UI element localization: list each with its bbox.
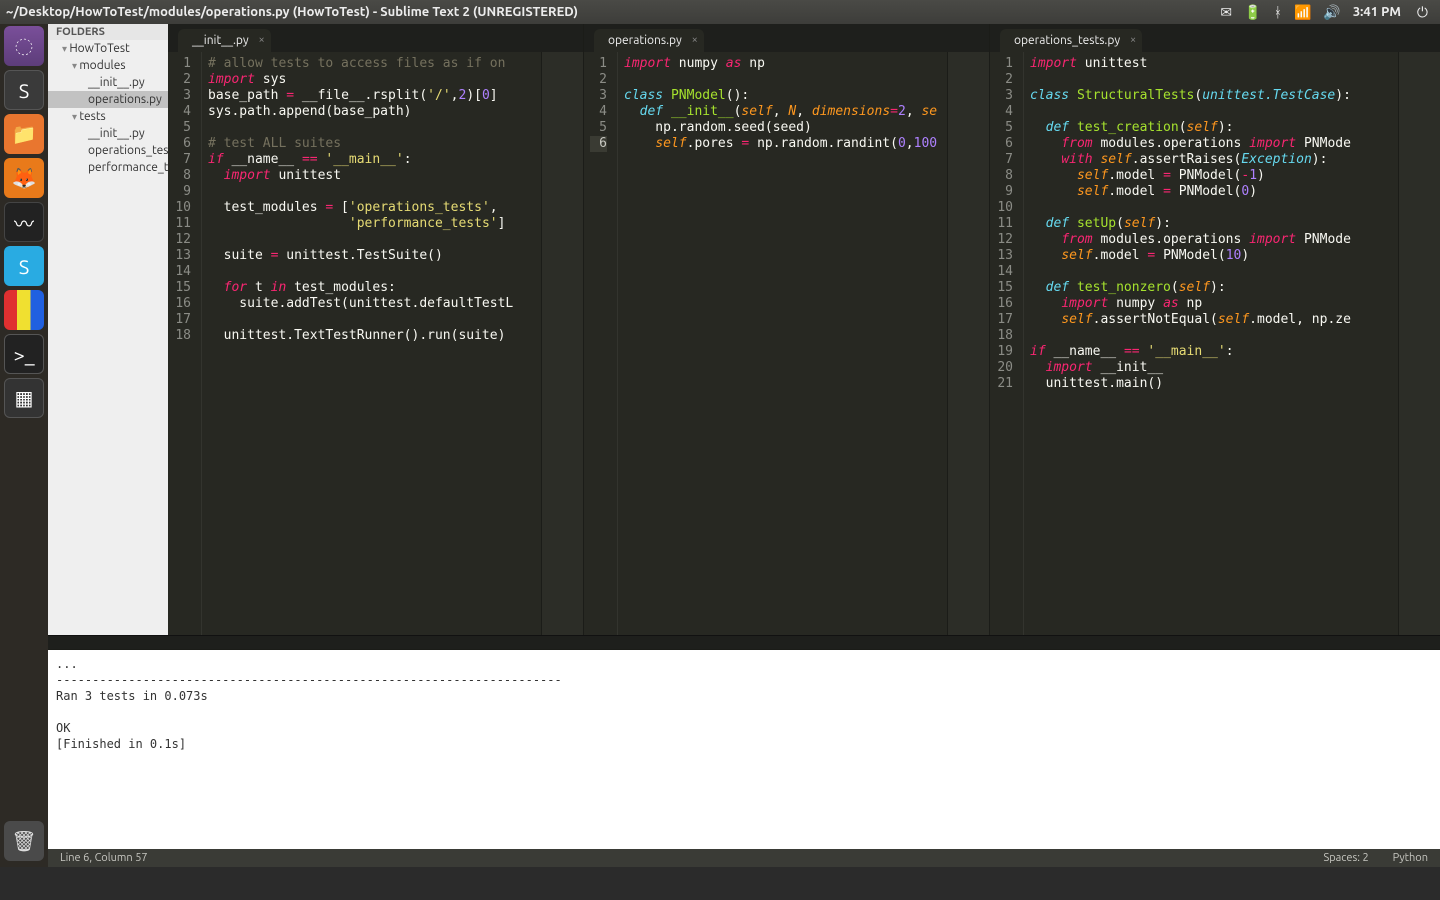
close-icon[interactable]: ×	[258, 34, 264, 46]
firefox-icon[interactable]: 🦊	[4, 158, 44, 198]
tabbar-2: operations.py ×	[584, 24, 989, 52]
minimap[interactable]	[1398, 52, 1440, 635]
sublime-text-icon[interactable]: S	[4, 70, 44, 110]
folder-item[interactable]: tests	[48, 108, 168, 125]
sound-icon[interactable]: 🔊	[1323, 4, 1340, 21]
editor-pane-3: operations_tests.py × 123456789101112131…	[989, 24, 1440, 635]
color-picker-icon[interactable]	[4, 290, 44, 330]
power-icon[interactable]: ⏻	[1417, 4, 1428, 21]
window-title: ~/Desktop/HowToTest/modules/operations.p…	[6, 5, 578, 19]
tab-operations[interactable]: operations.py ×	[594, 29, 704, 52]
file-item[interactable]: __init__.py	[48, 74, 168, 91]
sidebar-header: FOLDERS	[48, 24, 168, 40]
tabbar-1: __init__.py ×	[168, 24, 583, 52]
system-menubar: ~/Desktop/HowToTest/modules/operations.p…	[0, 0, 1440, 24]
system-monitor-icon[interactable]: 〰	[4, 202, 44, 242]
code-area-2[interactable]: 123456 import numpy as np class PNModel(…	[584, 52, 989, 635]
terminal-icon[interactable]: >_	[4, 334, 44, 374]
skype-icon[interactable]: S	[4, 246, 44, 286]
minimap[interactable]	[947, 52, 989, 635]
files-icon[interactable]: 📁	[4, 114, 44, 154]
file-item[interactable]: performance_tests.py	[48, 159, 168, 176]
file-item[interactable]: operations_tests.py	[48, 142, 168, 159]
tab-init[interactable]: __init__.py ×	[178, 29, 271, 52]
file-item[interactable]: operations.py	[48, 91, 168, 108]
editor-pane-2: operations.py × 123456 import numpy as n…	[583, 24, 989, 635]
tab-tests[interactable]: operations_tests.py ×	[1000, 29, 1142, 52]
folder-item[interactable]: modules	[48, 57, 168, 74]
code-area-1[interactable]: 123456789101112131415161718 # allow test…	[168, 52, 583, 635]
unity-launcher: ◌ S 📁 🦊 〰 S >_ ▦ 🗑	[0, 24, 48, 867]
trash-icon[interactable]: 🗑	[4, 821, 44, 861]
build-output[interactable]: ... ------------------------------------…	[48, 649, 1440, 849]
bluetooth-icon[interactable]: ᚼ	[1274, 4, 1282, 20]
tab-label: __init__.py	[192, 34, 249, 47]
horizontal-scrollbar[interactable]	[48, 635, 1440, 649]
mail-icon[interactable]: ✉	[1220, 4, 1232, 21]
folder-item[interactable]: HowToTest	[48, 40, 168, 57]
dash-icon[interactable]: ◌	[4, 26, 44, 66]
code-area-3[interactable]: 123456789101112131415161718192021 import…	[990, 52, 1440, 635]
folder-sidebar: FOLDERS HowToTestmodules__init__.pyopera…	[48, 24, 168, 635]
statusbar: Line 6, Column 57 Spaces: 2 Python	[48, 849, 1440, 867]
tab-label: operations_tests.py	[1014, 34, 1120, 47]
indent-setting[interactable]: Spaces: 2	[1323, 852, 1368, 864]
file-item[interactable]: __init__.py	[48, 125, 168, 142]
editor-pane-1: __init__.py × 12345678910111213141516171…	[168, 24, 583, 635]
tabbar-3: operations_tests.py ×	[990, 24, 1440, 52]
wifi-icon[interactable]: 📶	[1294, 4, 1311, 21]
minimap[interactable]	[541, 52, 583, 635]
cursor-position[interactable]: Line 6, Column 57	[60, 852, 148, 864]
close-icon[interactable]: ×	[1130, 34, 1136, 46]
battery-icon[interactable]: 🔋	[1244, 4, 1261, 21]
syntax-setting[interactable]: Python	[1393, 852, 1428, 864]
tab-label: operations.py	[608, 34, 682, 47]
workspace-icon[interactable]: ▦	[4, 378, 44, 418]
editor-window: FOLDERS HowToTestmodules__init__.pyopera…	[48, 24, 1440, 867]
close-icon[interactable]: ×	[692, 34, 698, 46]
clock[interactable]: 3:41 PM	[1353, 5, 1401, 19]
